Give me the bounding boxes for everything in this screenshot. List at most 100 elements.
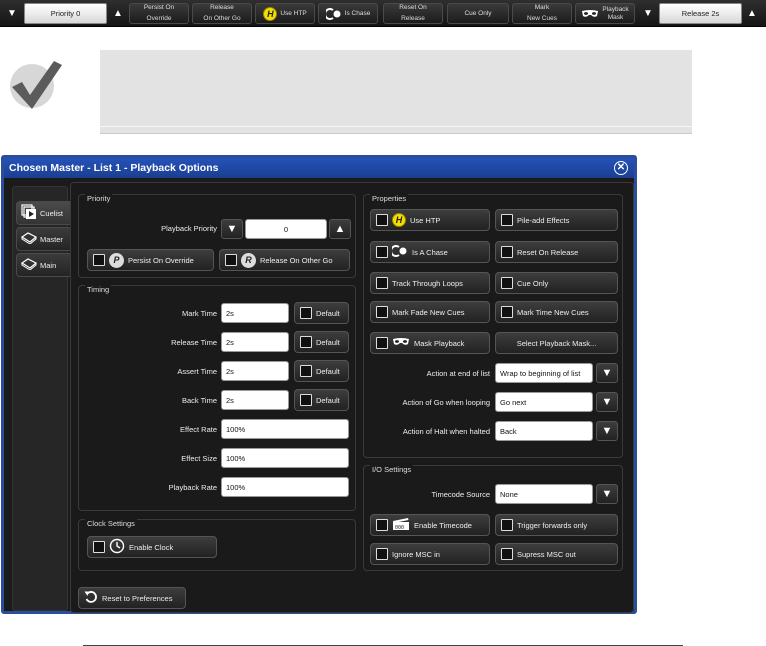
checkbox[interactable]	[376, 306, 388, 318]
checkbox[interactable]	[501, 246, 513, 258]
checkbox[interactable]	[501, 214, 513, 226]
release-on-other-go-toggle[interactable]: R Release On Other Go	[219, 249, 350, 271]
dialog-title: Chosen Master - List 1 - Playback Option…	[9, 162, 219, 174]
checkbox[interactable]	[300, 307, 312, 319]
enable-timecode-toggle[interactable]: 000 Enable Timecode	[370, 514, 490, 536]
reset-on-release-button[interactable]: Reset On Release	[383, 3, 443, 24]
checkbox[interactable]	[300, 336, 312, 348]
release-down-button[interactable]: ▼	[639, 3, 657, 24]
checkbox[interactable]	[376, 277, 388, 289]
action-end-of-list-select[interactable]: Wrap to beginning of list	[495, 363, 593, 383]
select-playback-mask-button[interactable]: Select Playback Mask...	[495, 332, 618, 354]
supress-msc-out-toggle[interactable]: Supress MSC out	[495, 543, 618, 565]
assert-time-input[interactable]: 2s	[221, 361, 289, 381]
cuelist-icon	[21, 204, 37, 222]
action-halt-label: Action of Halt when halted	[402, 427, 490, 436]
tab-main[interactable]: Main	[16, 253, 72, 277]
timing-title: Timing	[85, 285, 112, 294]
clock-icon	[109, 538, 125, 556]
priority-decrement-button[interactable]: ▼	[221, 219, 243, 239]
pile-add-effects-toggle[interactable]: Pile-add Effects	[495, 209, 618, 231]
effect-size-input[interactable]: 100%	[221, 448, 349, 468]
action-halt-select[interactable]: Back	[495, 421, 593, 441]
checkbox[interactable]	[501, 306, 513, 318]
action-end-of-list-dropdown[interactable]: ▼	[596, 363, 618, 383]
checkbox[interactable]	[376, 214, 388, 226]
checkbox[interactable]	[300, 394, 312, 406]
reset-arrow-icon	[84, 590, 98, 606]
back-time-input[interactable]: 2s	[221, 390, 289, 410]
priority-value-field[interactable]: Priority 0	[24, 3, 107, 24]
mark-time-default-toggle[interactable]: Default	[294, 302, 349, 324]
ignore-msc-in-toggle[interactable]: Ignore MSC in	[370, 543, 490, 565]
checkbox[interactable]	[300, 365, 312, 377]
playback-options-dialog: Chosen Master - List 1 - Playback Option…	[1, 155, 637, 614]
action-go-looping-select[interactable]: Go next	[495, 392, 593, 412]
release-time-default-toggle[interactable]: Default	[294, 331, 349, 353]
assert-time-default-toggle[interactable]: Default	[294, 360, 349, 382]
cue-only-toggle[interactable]: Cue Only	[495, 272, 618, 294]
mark-fade-new-cues-toggle[interactable]: Mark Fade New Cues	[370, 301, 490, 323]
playback-mask-button[interactable]: Playback Mask	[575, 3, 635, 24]
priority-increment-button[interactable]: ▲	[329, 219, 351, 239]
release-value-field[interactable]: Release 2s	[659, 3, 742, 24]
release-r-icon: R	[241, 252, 256, 268]
persist-on-override-toggle[interactable]: P Persist On Override	[87, 249, 214, 271]
is-a-chase-toggle[interactable]: Is A Chase	[370, 241, 490, 263]
timecode-source-label: Timecode Source	[431, 490, 491, 499]
effect-rate-input[interactable]: 100%	[221, 419, 349, 439]
mask-icon	[392, 337, 410, 349]
close-button[interactable]: ✕	[614, 161, 628, 175]
mask-playback-toggle[interactable]: Mask Playback	[370, 332, 490, 354]
mask-icon	[581, 9, 599, 19]
release-time-input[interactable]: 2s	[221, 332, 289, 352]
tab-strip: Cuelist Master Main	[12, 186, 76, 611]
checkbox[interactable]	[501, 548, 513, 560]
release-on-other-go-button[interactable]: Release On Other Go	[192, 3, 252, 24]
triangle-down-icon: ▼	[226, 223, 238, 235]
tab-cuelist[interactable]: Cuelist	[16, 201, 76, 225]
timing-group: Timing Mark Time 2s Default Release Time…	[78, 285, 356, 511]
checkbox[interactable]	[93, 254, 105, 266]
action-go-looping-dropdown[interactable]: ▼	[596, 392, 618, 412]
priority-up-button[interactable]: ▲	[109, 3, 127, 24]
reset-on-release-toggle[interactable]: Reset On Release	[495, 241, 618, 263]
checkbox[interactable]	[376, 519, 388, 531]
playback-rate-input[interactable]: 100%	[221, 477, 349, 497]
checkbox[interactable]	[376, 548, 388, 560]
reset-to-preferences-button[interactable]: Reset to Preferences	[78, 587, 186, 609]
triangle-up-icon: ▲	[334, 223, 346, 235]
mark-new-cues-button[interactable]: Mark New Cues	[512, 3, 572, 24]
is-chase-button[interactable]: Is Chase	[318, 3, 378, 24]
use-htp-button[interactable]: H Use HTP	[255, 3, 315, 24]
checkbox[interactable]	[376, 246, 388, 258]
action-halt-dropdown[interactable]: ▼	[596, 421, 618, 441]
playback-priority-input[interactable]: 0	[245, 219, 327, 239]
trigger-forwards-only-toggle[interactable]: Trigger forwards only	[495, 514, 618, 536]
use-htp-toggle[interactable]: H Use HTP	[370, 209, 490, 231]
cue-only-button[interactable]: Cue Only	[447, 3, 509, 24]
priority-down-button[interactable]: ▼	[3, 3, 21, 24]
tab-master[interactable]: Master	[16, 227, 72, 251]
enable-clock-toggle[interactable]: Enable Clock	[87, 536, 217, 558]
priority-group: Priority Playback Priority ▼ 0 ▲ P Persi…	[78, 194, 356, 278]
checkbox[interactable]	[93, 541, 105, 553]
checkbox[interactable]	[501, 519, 513, 531]
checkbox[interactable]	[501, 277, 513, 289]
checkbox[interactable]	[225, 254, 237, 266]
timecode-source-dropdown[interactable]: ▼	[596, 484, 618, 504]
checkbox[interactable]	[376, 337, 388, 349]
timecode-clapper-icon: 000	[392, 517, 410, 533]
mark-time-input[interactable]: 2s	[221, 303, 289, 323]
dialog-title-bar: Chosen Master - List 1 - Playback Option…	[4, 158, 634, 178]
action-end-of-list-label: Action at end of list	[426, 369, 490, 378]
track-through-loops-toggle[interactable]: Track Through Loops	[370, 272, 490, 294]
persist-on-override-button[interactable]: Persist On Override	[129, 3, 189, 24]
master-fader-icon	[20, 232, 38, 246]
timecode-source-select[interactable]: None	[495, 484, 593, 504]
back-time-default-toggle[interactable]: Default	[294, 389, 349, 411]
triangle-up-icon: ▲	[747, 8, 757, 19]
note-box	[100, 50, 692, 134]
mark-time-new-cues-toggle[interactable]: Mark Time New Cues	[495, 301, 618, 323]
release-up-button[interactable]: ▲	[743, 3, 761, 24]
